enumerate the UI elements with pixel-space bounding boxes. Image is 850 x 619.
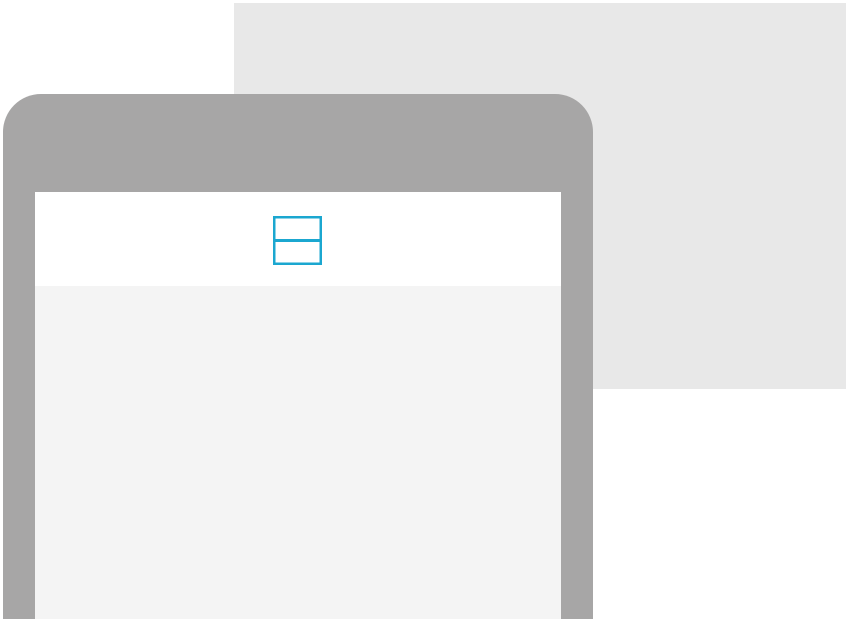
device-screen <box>35 192 561 619</box>
split-layout-icon[interactable] <box>273 216 322 265</box>
illustration-canvas <box>0 0 850 619</box>
screen-header <box>35 192 561 286</box>
